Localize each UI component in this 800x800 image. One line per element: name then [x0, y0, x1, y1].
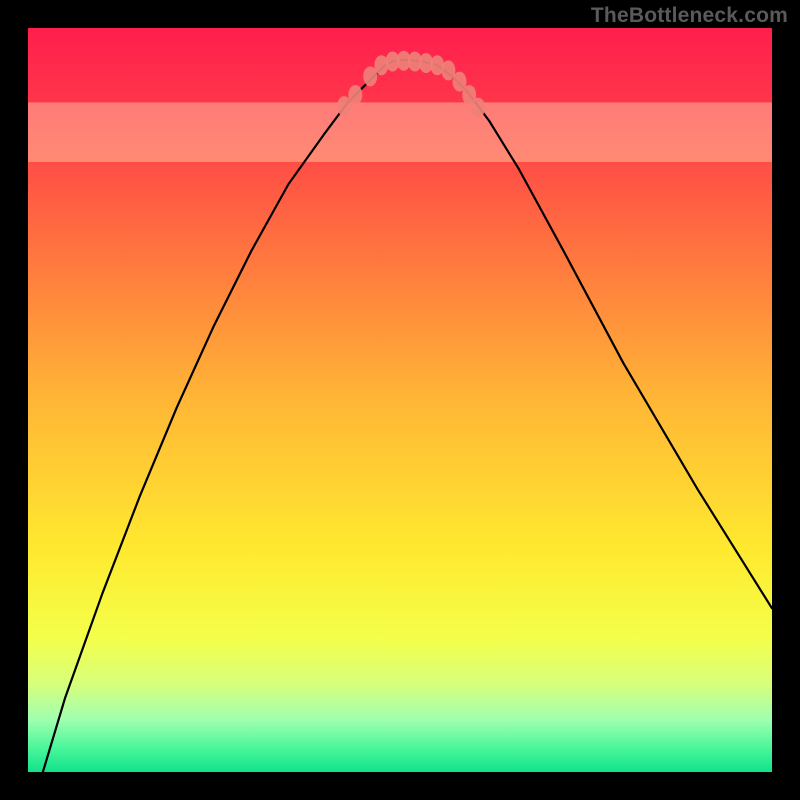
curve-marker	[348, 85, 362, 105]
watermark-text: TheBottleneck.com	[591, 4, 788, 28]
highlight-band	[28, 102, 772, 162]
chart-frame: TheBottleneck.com	[0, 0, 800, 800]
curve-marker	[471, 98, 485, 118]
plot-area	[28, 28, 772, 772]
bottleneck-chart	[28, 28, 772, 772]
